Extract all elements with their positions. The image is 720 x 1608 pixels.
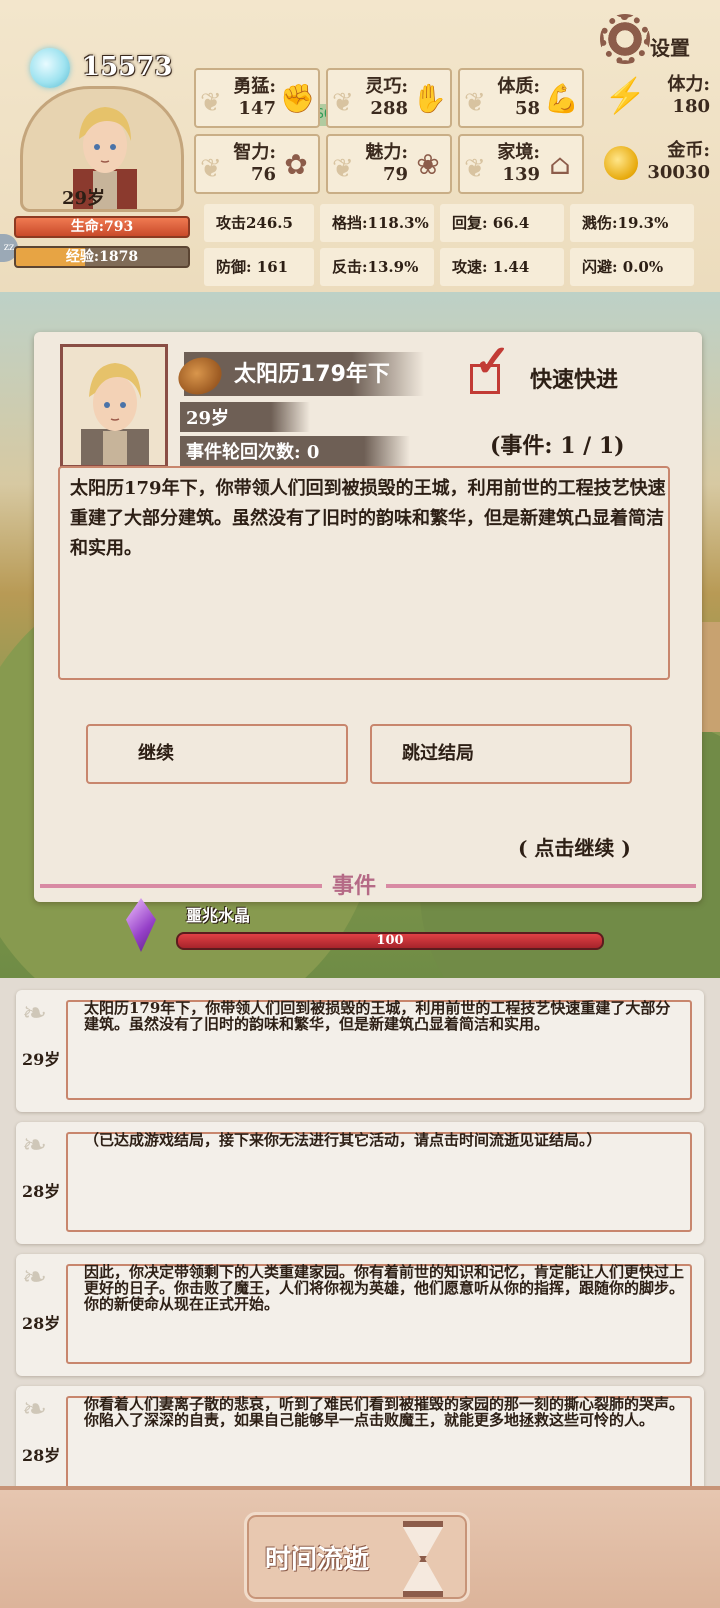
attr-value: 147 <box>238 98 276 119</box>
attr-label: 魅力: <box>365 142 408 163</box>
time-pass-button[interactable]: 时间流逝 <box>244 1512 470 1602</box>
attr-value: 139 <box>502 164 540 185</box>
settings-button[interactable]: 设置 <box>600 14 712 68</box>
event-dialog[interactable]: 太阳历179年下 29岁 事件轮回次数: 0 ✓ 快速快进 (事件: 1 / 1… <box>34 332 702 902</box>
res-value: 30030 <box>647 162 710 183</box>
log-age: 28岁 <box>22 1446 61 1465</box>
stat-regen: 回复: 66.4 <box>440 204 564 242</box>
coin-icon <box>604 146 638 180</box>
log-age: 29岁 <box>22 1050 61 1069</box>
flourish-icon: ❦ <box>332 88 354 118</box>
checkmark-icon: ✓ <box>474 336 511 387</box>
hourglass-icon <box>403 1521 443 1597</box>
attr-label: 勇猛: <box>233 76 276 97</box>
gear-icon <box>600 14 650 64</box>
log-age: 28岁 <box>22 1182 61 1201</box>
log-text: 因此，你决定带领剩下的人类重建家园。你有着前世的知识和记忆，肯定能让人们更快过上… <box>84 1263 685 1313</box>
log-entry: ❧ 太阳历179年下，你带领人们回到被损毁的王城，利用前世的工程技艺快速重建了大… <box>16 990 704 1112</box>
log-text: 你看着人们妻离子散的悲哀，听到了难民们看到被摧毁的家园的那一刻的撕心裂肺的哭声。… <box>84 1395 685 1429</box>
soul-icon <box>30 48 70 88</box>
event-portrait <box>60 344 168 468</box>
hand-icon: ✋ <box>412 82 447 115</box>
tap-to-continue-hint: ( 点击继续 ) <box>518 836 631 860</box>
time-pass-label: 时间流逝 <box>265 1545 370 1575</box>
attr-value: 76 <box>250 164 276 185</box>
attr-intelligence[interactable]: ❦ 智力: 76 ✿ <box>194 134 320 194</box>
crystal-label: 噩兆水晶 <box>186 906 251 925</box>
event-log[interactable]: ❧ 太阳历179年下，你带领人们回到被损毁的王城，利用前世的工程技艺快速重建了大… <box>0 978 720 1486</box>
xp-bar: 经验:1878 <box>14 246 190 268</box>
attr-label: 灵巧: <box>365 76 408 97</box>
lightning-icon: ⚡ <box>604 76 647 116</box>
event-counter: (事件: 1 / 1) <box>490 433 625 459</box>
log-text: 太阳历179年下，你带领人们回到被损毁的王城，利用前世的工程技艺快速重建了大部分… <box>84 999 671 1033</box>
attr-charm[interactable]: ❦ 魅力: 79 ❀ <box>326 134 452 194</box>
feather-icon: ❧ <box>22 1392 48 1427</box>
attr-label: 家境: <box>497 142 540 163</box>
attr-family[interactable]: ❦ 家境: 139 ⌂ <box>458 134 584 194</box>
fist-icon: ✊ <box>280 82 315 115</box>
log-text: （已达成游戏结局，接下来你无法进行其它活动，请点击时间流逝见证结局。） <box>84 1131 602 1149</box>
event-text: 太阳历179年下，你带领人们回到被损毁的王城，利用前世的工程技艺快速重建了大部分… <box>70 478 666 559</box>
flourish-icon: ❦ <box>332 154 354 184</box>
character-portrait <box>81 363 149 465</box>
crystal-bar: 100 <box>176 932 604 950</box>
log-age: 28岁 <box>22 1314 61 1333</box>
stat-attack: 攻击246.5 <box>204 204 314 242</box>
log-entry: ❧ 因此，你决定带领剩下的人类重建家园。你有着前世的知识和记忆，肯定能让人们更快… <box>16 1254 704 1376</box>
bottom-bar: 时间流逝 <box>0 1486 720 1608</box>
attr-constitution[interactable]: ❦ 体质: 58 💪 <box>458 68 584 128</box>
attr-value: 79 <box>382 164 408 185</box>
event-text-box: 太阳历179年下，你带领人们回到被损毁的王城，利用前世的工程技艺快速重建了大部分… <box>58 466 670 680</box>
continue-button[interactable]: 继续 <box>86 724 348 784</box>
stat-dodge: 闪避: 0.0% <box>570 248 694 286</box>
arm-icon: 💪 <box>544 82 579 115</box>
res-label: 体力: <box>667 74 710 95</box>
flourish-icon: ❦ <box>200 154 222 184</box>
log-entry: ❧ （已达成游戏结局，接下来你无法进行其它活动，请点击时间流逝见证结局。） 28… <box>16 1122 704 1244</box>
log-entry: ❧ 你看着人们妻离子散的悲哀，听到了难民们看到被摧毁的家园的那一刻的撕心裂肺的哭… <box>16 1386 704 1486</box>
event-date: 太阳历179年下 <box>234 362 390 387</box>
attr-value: 58 <box>514 98 540 119</box>
event-cycle-count: 事件轮回次数: 0 <box>186 442 320 463</box>
stat-splash: 溅伤:19.3% <box>570 204 694 242</box>
attr-bravery[interactable]: ❦ 勇猛: 147 ✊ <box>194 68 320 128</box>
home-icon: ⌂ <box>549 148 571 181</box>
hp-bar: 生命:793 <box>14 216 190 238</box>
res-label: 金币: <box>667 140 710 161</box>
stat-block: 格挡:118.3% <box>320 204 434 242</box>
lotus-icon: ❀ <box>416 148 440 181</box>
attr-agility[interactable]: ❦ 灵巧: 288 ✋ <box>326 68 452 128</box>
attr-value: 288 <box>370 98 408 119</box>
flourish-icon: ❦ <box>464 154 486 184</box>
stamina-display: ⚡ 体力: 180 <box>600 68 714 128</box>
scene-background: 太阳历179年下 29岁 事件轮回次数: 0 ✓ 快速快进 (事件: 1 / 1… <box>0 292 720 978</box>
flourish-icon: ❦ <box>200 88 222 118</box>
attr-label: 智力: <box>233 142 276 163</box>
res-value: 180 <box>672 96 710 117</box>
stat-counter: 反击:13.9% <box>320 248 434 286</box>
flourish-icon: ❦ <box>464 88 486 118</box>
stat-attack-speed: 攻速: 1.44 <box>440 248 564 286</box>
event-age: 29岁 <box>186 408 230 429</box>
settings-label: 设置 <box>650 36 690 60</box>
soul-count: 15573 <box>82 52 173 82</box>
feather-icon: ❧ <box>22 1260 48 1295</box>
attr-label: 体质: <box>497 76 540 97</box>
feather-icon: ❧ <box>22 1128 48 1163</box>
event-section-label: 事件 <box>322 868 387 900</box>
age-label: 29岁 <box>62 188 106 209</box>
skip-ending-button[interactable]: 跳过结局 <box>370 724 632 784</box>
brain-icon: ✿ <box>284 148 308 181</box>
fast-forward-label[interactable]: 快速快进 <box>530 362 618 394</box>
feather-icon: ❧ <box>22 996 48 1031</box>
gold-display: 金币: 30030 <box>600 134 714 194</box>
status-panel: 15573 29岁 zz 生命:793 经验:1878 FPS60 设置 ❦ 勇… <box>0 0 720 292</box>
stat-defense: 防御: 161 <box>204 248 314 286</box>
